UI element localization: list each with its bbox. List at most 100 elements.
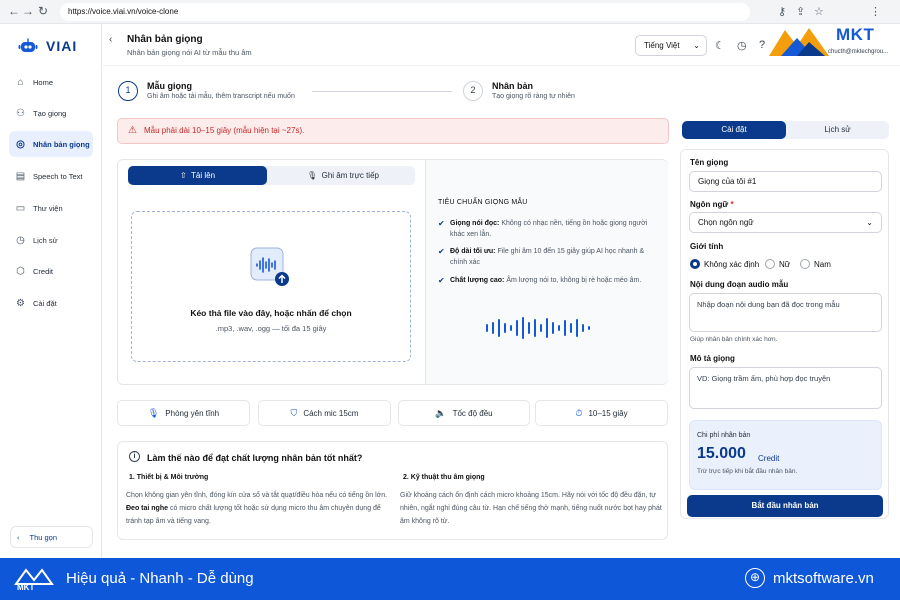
audio-file-icon <box>250 247 289 286</box>
info-icon: i <box>129 451 140 462</box>
chevron-left-icon[interactable]: ‹ <box>109 34 112 45</box>
share-icon[interactable]: ⇪ <box>796 5 805 18</box>
sidebar-item-settings[interactable]: ⚙ Cài đặt <box>9 290 93 316</box>
gender-option-female[interactable]: Nữ <box>765 259 790 269</box>
warning-icon: ⚠ <box>128 125 137 136</box>
tip-2-text: Giữ khoảng cách ổn định cách micro khoản… <box>400 492 662 525</box>
browser-bar: ← → ↻ https://voice.viai.vn/voice-clone … <box>0 0 900 24</box>
app-name: VIAI <box>46 38 78 54</box>
voice-description-input[interactable]: VD: Giọng trầm ấm, phù hợp đọc truyện <box>689 367 882 409</box>
tab-record[interactable]: 🎙 Ghi âm trực tiếp <box>271 166 415 185</box>
dropzone-formats: .mp3, .wav, .ogg — tối đa 15 giây <box>215 324 327 333</box>
user-email: chucth@mktechgrou... <box>828 49 889 55</box>
sidebar-item-label: Thư viện <box>33 203 63 213</box>
page-title: Nhân bản giọng <box>127 34 203 45</box>
robot-icon <box>18 38 38 52</box>
app-logo[interactable]: VIAI <box>18 38 77 54</box>
footer-website[interactable]: mktsoftware.vn <box>773 570 874 587</box>
sidebar-item-label: Credit <box>33 266 54 276</box>
radio-icon <box>765 259 775 269</box>
history-icon: ◷ <box>16 234 25 246</box>
chip-label: Phòng yên tĩnh <box>165 408 220 418</box>
footer-brand: MKT <box>17 583 35 592</box>
voice-name-input[interactable]: Giọng của tôi #1 <box>689 171 882 192</box>
tip-1-heading: 1. Thiết bị & Môi trường <box>129 474 209 481</box>
promo-banner: MKT Hiệu quả - Nhanh - Dễ dùng ⊕ mktsoft… <box>0 558 900 600</box>
speaker-icon: 🔈 <box>435 407 447 418</box>
reload-icon[interactable]: ↻ <box>38 4 48 18</box>
waveform-icon <box>486 317 590 339</box>
dropzone-title: Kéo thả file vào đây, hoặc nhấn để chọn <box>190 308 352 318</box>
tab-upload[interactable]: ⇧ Tải lên <box>128 166 267 185</box>
voice-description-label: Mô tả giọng <box>690 354 735 363</box>
sidebar-item-label: Tạo giọng <box>33 108 67 118</box>
gender-option-male[interactable]: Nam <box>800 259 831 269</box>
alert-text: Mẫu phải dài 10–15 giây (mẫu hiện tại ~2… <box>144 126 305 135</box>
help-icon[interactable]: ? <box>759 39 765 51</box>
shield-icon: ⛉ <box>290 407 298 418</box>
gender-option-unknown[interactable]: Không xác định <box>690 259 759 269</box>
step-connector <box>312 91 452 92</box>
sidebar-item-label: Cài đặt <box>33 298 57 308</box>
mic-icon: 🎙 <box>147 407 160 418</box>
tip-chip-mic-distance: ⛉ Cách mic 15cm <box>258 400 391 426</box>
timer-icon: ⏱ <box>575 407 583 418</box>
history-icon[interactable]: ◷ <box>737 39 747 52</box>
tab-upload-label: Tải lên <box>191 171 216 180</box>
tab-history[interactable]: Lịch sử <box>786 121 889 139</box>
voice-name-label: Tên giọng <box>690 158 729 167</box>
tip-2-heading: 2. Kỹ thuật thu âm giọng <box>403 474 485 481</box>
language-value: Tiếng Việt <box>644 41 680 50</box>
step-2-number: 2 <box>463 81 483 101</box>
sidebar-item-voice-clone[interactable]: ◎ Nhân bản giọng <box>9 131 93 157</box>
moon-icon[interactable]: ☾ <box>715 39 725 52</box>
folder-icon: ▭ <box>15 202 26 214</box>
duration-alert: ⚠ Mẫu phải dài 10–15 giây (mẫu hiện tại … <box>117 118 669 144</box>
key-icon[interactable]: ⚷ <box>778 5 786 18</box>
collapse-button[interactable]: ‹ Thu gọn <box>10 526 93 548</box>
file-dropzone[interactable]: Kéo thả file vào đây, hoặc nhấn để chọn … <box>131 211 411 362</box>
clone-icon: ◎ <box>16 138 25 150</box>
sidebar-item-history[interactable]: ◷ Lịch sử <box>9 227 93 253</box>
tab-record-label: Ghi âm trực tiếp <box>321 171 379 180</box>
globe-icon: ⊕ <box>745 568 765 588</box>
sidebar-item-label: Nhân bản giọng <box>33 139 90 149</box>
standard-item: ✔ Chất lượng cao: Âm lượng nói to, không… <box>438 275 656 286</box>
star-icon[interactable]: ☆ <box>814 5 824 18</box>
sidebar-item-library[interactable]: ▭ Thư viện <box>9 195 93 221</box>
clone-settings-form: Tên giọng Giọng của tôi #1 Ngôn ngữ * Ch… <box>680 149 889 519</box>
cost-hint: Trừ trực tiếp khi bắt đầu nhân bản. <box>697 468 798 475</box>
language-select[interactable]: Tiếng Việt ⌄ <box>635 35 707 56</box>
sample-upload-card: ⇧ Tải lên 🎙 Ghi âm trực tiếp Kéo thả fil… <box>117 159 668 385</box>
upload-icon: ⇧ <box>179 171 187 180</box>
radio-icon <box>800 259 810 269</box>
standard-item-label: Chất lượng cao: <box>450 277 505 284</box>
start-clone-button[interactable]: Bắt đầu nhân bản <box>687 495 883 517</box>
sidebar-item-home[interactable]: ⌂ Home <box>9 69 93 95</box>
forward-arrow-icon[interactable]: → <box>22 4 34 18</box>
address-bar[interactable]: https://voice.viai.vn/voice-clone <box>60 3 750 21</box>
language-label-text: Ngôn ngữ <box>690 200 729 209</box>
chevron-down-icon: ⌄ <box>693 41 700 50</box>
sidebar-item-speech-to-text[interactable]: ▤ Speech to Text <box>9 163 93 189</box>
tab-settings[interactable]: Cài đặt <box>682 121 786 139</box>
sidebar-item-label: Home <box>33 77 54 87</box>
sidebar-item-label: Speech to Text <box>33 171 83 181</box>
language-dropdown[interactable]: Chọn ngôn ngữ ⌄ <box>689 212 882 233</box>
radio-selected-icon <box>690 259 700 269</box>
step-1-title: Mẫu giọng <box>147 81 192 91</box>
brand-name: MKT <box>836 25 875 44</box>
menu-dots-icon[interactable]: ⋮ <box>870 5 881 18</box>
tip-1-text: Chọn không gian yên tĩnh, đóng kín cửa s… <box>126 489 391 528</box>
chevron-down-icon: ⌄ <box>866 218 873 227</box>
quality-tips-card: i Làm thế nào để đạt chất lượng nhân bản… <box>117 441 668 540</box>
audio-text-input[interactable]: Nhập đoạn nội dung bạn đã đọc trong mẫu <box>689 293 882 332</box>
language-label: Ngôn ngữ * <box>690 200 734 209</box>
sidebar-item-credit[interactable]: ⬡ Credit <box>9 258 93 284</box>
sidebar-item-create-voice[interactable]: ⚇ Tạo giọng <box>9 100 93 126</box>
upload-mode-tabs: ⇧ Tải lên 🎙 Ghi âm trực tiếp <box>128 166 415 185</box>
chip-label: Cách mic 15cm <box>303 408 359 418</box>
back-arrow-icon[interactable]: ← <box>8 4 20 18</box>
step-1-subtitle: Ghi âm hoặc tải mẫu, thêm transcript nếu… <box>147 93 295 100</box>
tip-1-text-a: Chọn không gian yên tĩnh, đóng kín cửa s… <box>126 492 388 499</box>
